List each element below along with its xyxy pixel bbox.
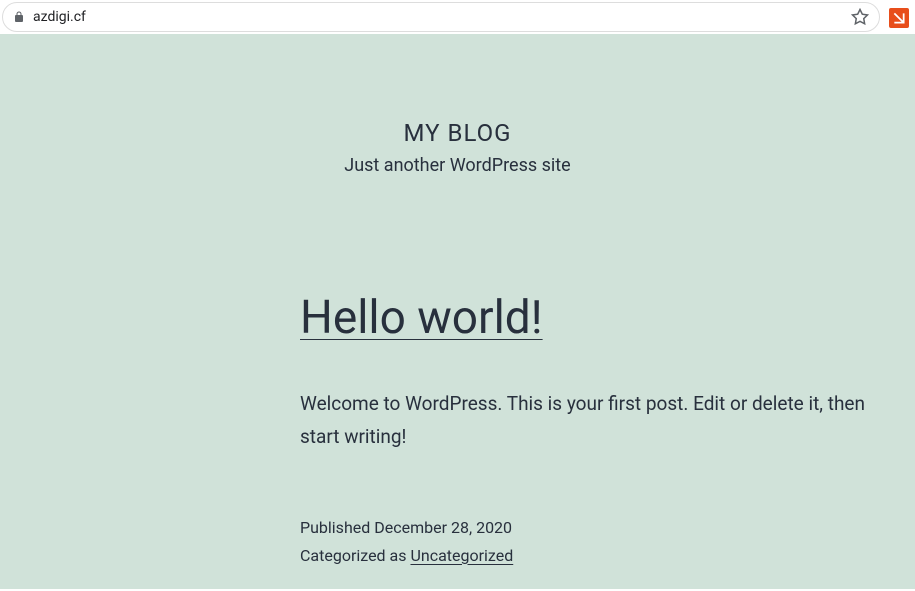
post-title-link[interactable]: Hello world! <box>300 291 900 345</box>
category-line: Categorized as Uncategorized <box>300 542 900 570</box>
published-line: Published December 28, 2020 <box>300 514 900 542</box>
published-date: December 28, 2020 <box>374 518 512 537</box>
bookmark-star-icon[interactable] <box>851 8 869 26</box>
address-bar[interactable]: azdigi.cf <box>2 2 880 32</box>
page-content: MY BLOG Just another WordPress site Hell… <box>0 34 915 589</box>
category-link[interactable]: Uncategorized <box>410 546 513 565</box>
extension-icon[interactable] <box>889 8 909 28</box>
post-meta: Published December 28, 2020 Categorized … <box>300 514 900 570</box>
site-header: MY BLOG Just another WordPress site <box>0 119 915 176</box>
lock-icon <box>13 11 25 23</box>
post-excerpt: Welcome to WordPress. This is your first… <box>300 387 900 454</box>
published-label: Published <box>300 518 370 537</box>
site-tagline: Just another WordPress site <box>0 155 915 176</box>
site-title[interactable]: MY BLOG <box>0 119 915 147</box>
post: Hello world! Welcome to WordPress. This … <box>300 291 900 570</box>
url-text[interactable]: azdigi.cf <box>33 9 851 25</box>
categorized-label: Categorized as <box>300 546 407 565</box>
